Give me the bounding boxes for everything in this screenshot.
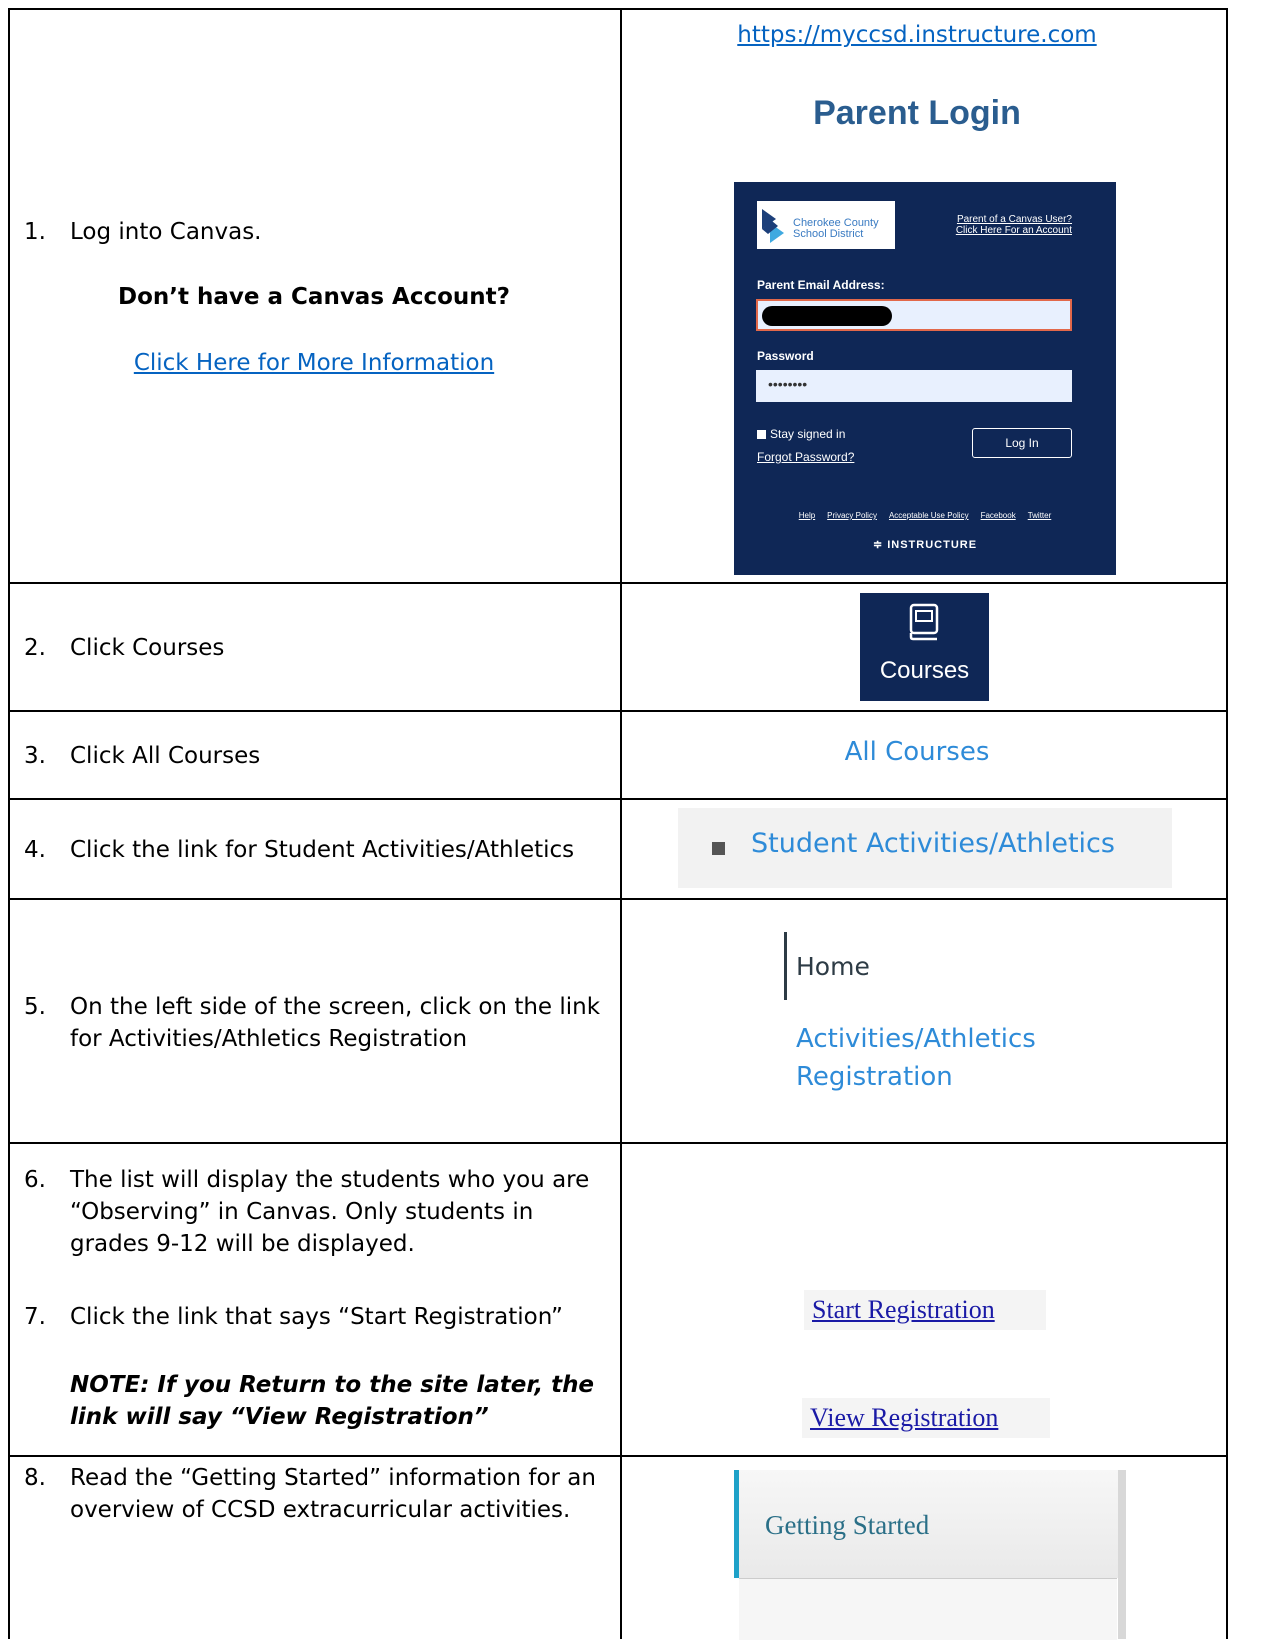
email-label: Parent Email Address: [757, 278, 885, 292]
canvas-url-link[interactable]: https://myccsd.instructure.com [737, 22, 1096, 48]
instructure-brand: ≑ INSTRUCTURE [872, 539, 978, 551]
courses-nav-button[interactable]: Courses [860, 593, 989, 701]
row-divider [8, 710, 1228, 712]
url-wrap: https://myccsd.instructure.com [614, 22, 1220, 48]
parent-account-link[interactable]: Parent of a Canvas User? Click Here For … [956, 214, 1072, 236]
stay-signed-in-checkbox[interactable] [757, 429, 766, 439]
getting-started-tab[interactable]: Getting Started [734, 1470, 1118, 1578]
student-activities-link[interactable]: Student Activities/Athletics [751, 828, 1115, 859]
footer-link-aup[interactable]: Acceptable Use Policy [889, 511, 969, 520]
row-divider [8, 898, 1228, 900]
active-nav-indicator [784, 932, 787, 1000]
email-field[interactable] [756, 299, 1072, 331]
getting-started-panel: Getting Started [734, 1470, 1130, 1640]
book-icon [909, 603, 939, 641]
table-border-left [8, 8, 10, 1639]
nav-home-link[interactable]: Home [796, 952, 870, 981]
table-border-top [8, 8, 1228, 10]
panel-next-item [739, 1578, 1117, 1640]
footer-link-privacy[interactable]: Privacy Policy [827, 511, 877, 520]
more-info-link-wrap: Click Here for More Information [8, 350, 620, 376]
district-name: Cherokee County School District [793, 217, 879, 240]
all-courses-link[interactable]: All Courses [614, 737, 1220, 767]
forgot-password-link[interactable]: Forgot Password? [757, 450, 854, 464]
more-information-link[interactable]: Click Here for More Information [134, 350, 494, 376]
district-logo-icon [762, 209, 784, 243]
stay-signed-in[interactable]: Stay signed in [757, 427, 845, 441]
row-divider [8, 1142, 1228, 1144]
district-logo: Cherokee County School District [757, 201, 895, 249]
login-footer: Help Privacy Policy Acceptable Use Policy F… [734, 511, 1116, 520]
footer-link-facebook[interactable]: Facebook [981, 511, 1016, 520]
row-divider [8, 798, 1228, 800]
redacted-email [762, 306, 892, 326]
footer-link-help[interactable]: Help [799, 511, 815, 520]
canvas-login-panel: Cherokee County School District Parent o… [734, 182, 1116, 575]
view-registration-link[interactable]: View Registration [802, 1398, 1050, 1438]
password-label: Password [757, 349, 814, 363]
square-bullet-icon [712, 842, 725, 855]
student-activities-course-item[interactable]: Student Activities/Athletics [678, 808, 1172, 888]
start-registration-link[interactable]: Start Registration [804, 1290, 1046, 1330]
password-field[interactable]: •••••••• [756, 370, 1072, 402]
row-divider [8, 582, 1228, 584]
footer-link-twitter[interactable]: Twitter [1028, 511, 1052, 520]
login-button[interactable]: Log In [972, 428, 1072, 458]
row-divider [8, 1455, 1228, 1457]
table-border-right [1226, 8, 1228, 1639]
no-account-question: Don’t have a Canvas Account? [118, 284, 510, 310]
column-divider [620, 8, 622, 1639]
nav-activities-registration-link[interactable]: Activities/Athletics Registration [796, 1020, 1036, 1096]
panel-scrollbar [1118, 1470, 1126, 1639]
parent-login-heading: Parent Login [813, 94, 1021, 132]
